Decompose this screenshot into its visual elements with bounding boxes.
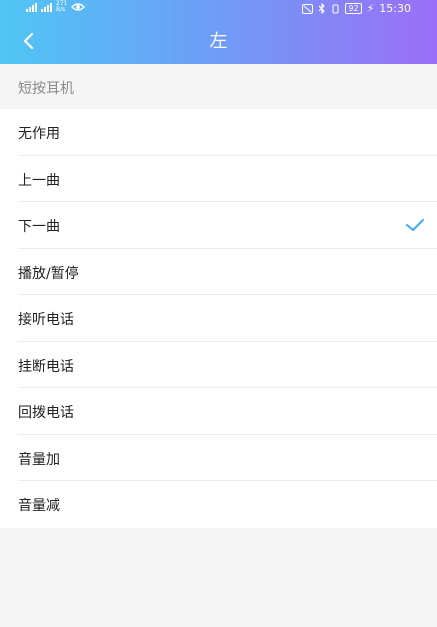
option-volume-up[interactable]: 音量加 [0, 435, 437, 481]
option-label: 音量加 [18, 451, 60, 468]
option-label: 播放/暂停 [18, 265, 79, 282]
section-title: 短按耳机 [18, 81, 74, 97]
battery-indicator: 92 [345, 3, 362, 14]
option-label: 下一曲 [18, 219, 60, 235]
vibrate-icon [332, 4, 339, 13]
status-bar: 271 B/s 92 ⚡ 15:30 [0, 0, 437, 20]
checkmark-icon [406, 219, 424, 231]
option-redial[interactable]: 回拨电话 [0, 388, 437, 435]
option-volume-down[interactable]: 音量减 [0, 481, 437, 528]
option-label: 上一曲 [18, 172, 60, 189]
charging-icon: ⚡ [366, 2, 375, 15]
network-speed: 271 B/s [56, 1, 67, 13]
option-no-action[interactable]: 无作用 [0, 109, 437, 156]
section-header: 短按耳机 [0, 64, 437, 109]
option-next-track[interactable]: 下一曲 [0, 202, 437, 249]
page-title: 左 [209, 31, 228, 52]
status-left: 271 B/s [26, 1, 86, 13]
option-label: 回拨电话 [18, 405, 74, 421]
bluetooth-icon [318, 3, 326, 14]
option-previous-track[interactable]: 上一曲 [0, 156, 437, 202]
options-list: 无作用 上一曲 下一曲 播放/暂停 接听电话 挂断电话 回拨电话 音量加 音量减 [0, 109, 437, 528]
option-label: 接听电话 [18, 312, 74, 328]
app-header: 271 B/s 92 ⚡ 15:30 左 [0, 0, 437, 64]
status-time: 15:30 [379, 2, 411, 15]
signal-icon-2 [41, 2, 52, 12]
option-play-pause[interactable]: 播放/暂停 [0, 249, 437, 295]
option-answer-call[interactable]: 接听电话 [0, 295, 437, 342]
status-right: 92 ⚡ 15:30 [302, 2, 411, 15]
network-speed-unit: B/s [56, 6, 66, 13]
option-label: 挂断电话 [18, 358, 74, 375]
option-label: 音量减 [18, 498, 60, 514]
mute-icon [302, 3, 314, 14]
option-label: 无作用 [18, 126, 60, 142]
eye-icon [71, 3, 86, 11]
option-hang-up[interactable]: 挂断电话 [0, 342, 437, 388]
signal-icon [26, 2, 37, 12]
